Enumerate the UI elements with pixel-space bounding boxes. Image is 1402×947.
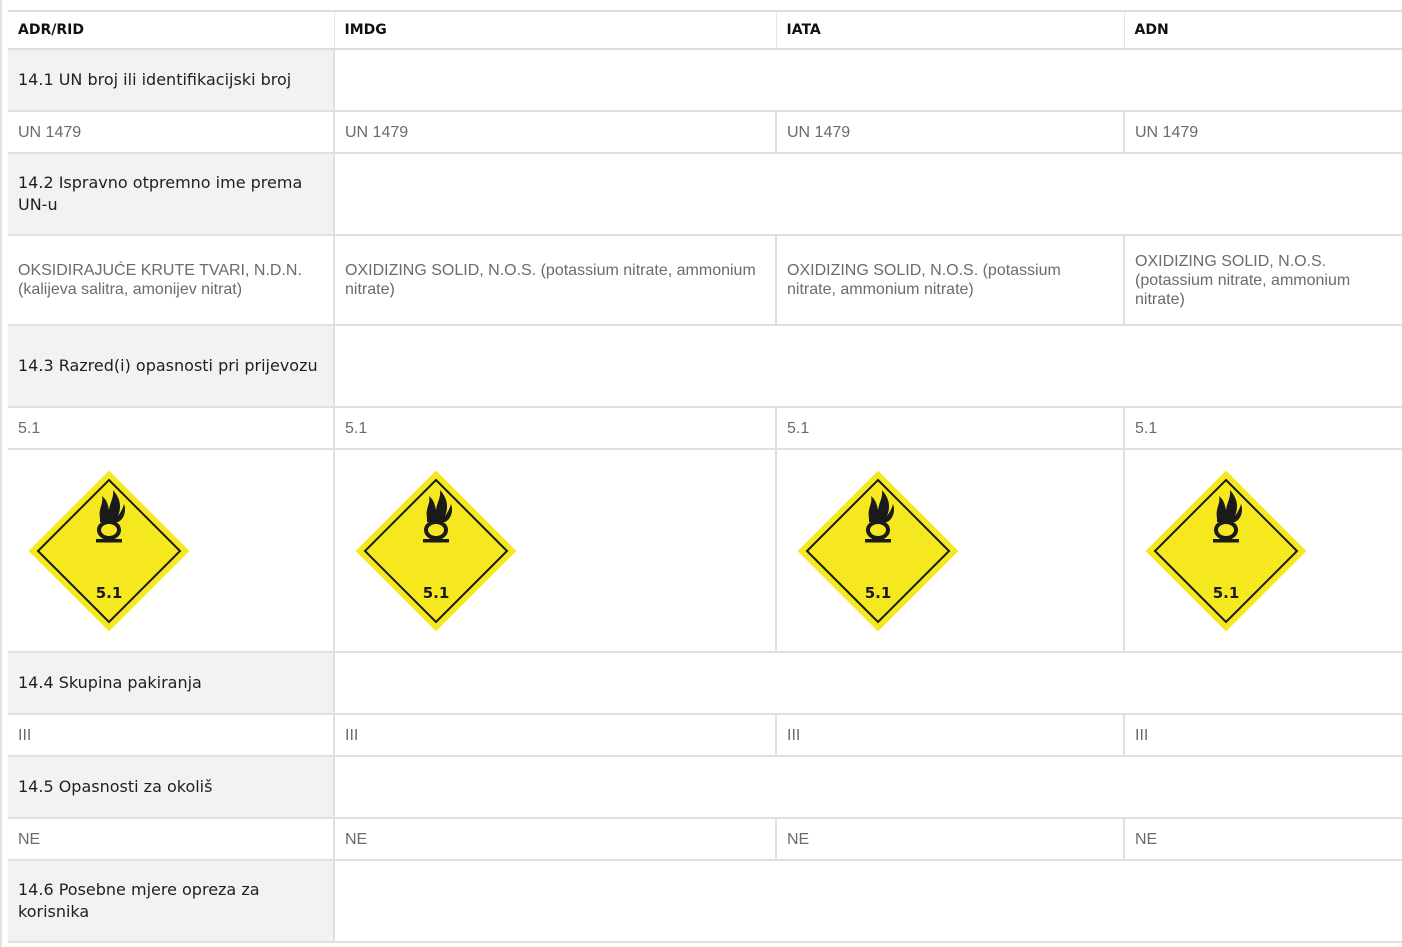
value-cell-adn: III — [1123, 714, 1402, 757]
value-cell-adn: NE — [1123, 818, 1402, 861]
section-title: 14.2 Ispravno otpremno ime prema UN-u — [8, 153, 335, 236]
hazard-class-number: 5.1 — [1213, 584, 1240, 602]
value-cell-imdg: 5.1 — [333, 407, 776, 450]
oxidizer-hazard-label: 5.1 — [797, 470, 959, 631]
section-title: 14.5 Opasnosti za okoliš — [8, 756, 335, 819]
section-row-environmental-hazards: 14.5 Opasnosti za okoliš — [8, 756, 1402, 819]
hazard-diamond-shape — [1145, 470, 1307, 631]
section-spacer — [334, 153, 1402, 236]
value-cell-adr-rid: III — [8, 714, 334, 757]
value-cell-adr-rid: NE — [8, 818, 334, 861]
header-iata: IATA — [775, 11, 1124, 50]
section-title: 14.1 UN broj ili identifikacijski broj — [8, 49, 335, 112]
hazard-label-cell-iata: 5.1 — [775, 449, 1124, 653]
hazard-class-number: 5.1 — [865, 584, 892, 602]
value-cell-iata: NE — [775, 818, 1124, 861]
oxidizer-hazard-label: 5.1 — [28, 470, 190, 631]
oxidizer-hazard-label: 5.1 — [1145, 470, 1307, 631]
transport-info-table-wrapper: ADR/RID IMDG IATA ADN 14.1 UN broj ili i… — [8, 10, 1402, 943]
value-row-packing-group: III III III III — [8, 714, 1402, 757]
value-cell-adn: OXIDIZING SOLID, N.O.S. (potassium nitra… — [1123, 235, 1402, 326]
value-row-hazard-class: 5.1 5.1 5.1 5.1 — [8, 407, 1402, 450]
hazard-label-cell-adn: 5.1 — [1123, 449, 1402, 653]
value-cell-adn: 5.1 — [1123, 407, 1402, 450]
section-row-un-number: 14.1 UN broj ili identifikacijski broj — [8, 49, 1402, 112]
section-spacer — [334, 652, 1402, 715]
value-cell-imdg: NE — [333, 818, 776, 861]
oxidizer-hazard-label: 5.1 — [355, 470, 517, 631]
value-cell-adr-rid: 5.1 — [8, 407, 334, 450]
value-row-un-number: UN 1479 UN 1479 UN 1479 UN 1479 — [8, 111, 1402, 154]
section-row-shipping-name: 14.2 Ispravno otpremno ime prema UN-u — [8, 153, 1402, 236]
value-cell-imdg: OXIDIZING SOLID, N.O.S. (potassium nitra… — [333, 235, 776, 326]
header-row: ADR/RID IMDG IATA ADN — [8, 11, 1402, 50]
hazard-class-number: 5.1 — [96, 584, 123, 602]
transport-info-table: ADR/RID IMDG IATA ADN 14.1 UN broj ili i… — [8, 10, 1402, 943]
hazard-label-cell-imdg: 5.1 — [333, 449, 776, 653]
value-cell-adr-rid: UN 1479 — [8, 111, 334, 154]
section-title: 14.4 Skupina pakiranja — [8, 652, 335, 715]
value-cell-imdg: III — [333, 714, 776, 757]
section-title: 14.3 Razred(i) opasnosti pri prijevozu — [8, 325, 335, 408]
value-cell-adr-rid: OKSIDIRAJUĆE KRUTE TVARI, N.D.N. (kalije… — [8, 235, 334, 326]
value-row-environmental-hazards: NE NE NE NE — [8, 818, 1402, 861]
header-imdg: IMDG — [333, 11, 776, 50]
page-left-border — [0, 0, 2, 947]
section-spacer — [334, 756, 1402, 819]
hazard-label-row: 5.1 5.1 5.1 5.1 — [8, 449, 1402, 653]
hazard-diamond-shape — [28, 470, 190, 631]
value-row-shipping-name: OKSIDIRAJUĆE KRUTE TVARI, N.D.N. (kalije… — [8, 235, 1402, 326]
section-spacer — [334, 49, 1402, 112]
section-title: 14.6 Posebne mjere opreza za korisnika — [8, 860, 335, 943]
hazard-diamond-shape — [797, 470, 959, 631]
section-spacer — [334, 860, 1402, 943]
value-cell-iata: UN 1479 — [775, 111, 1124, 154]
value-cell-adn: UN 1479 — [1123, 111, 1402, 154]
section-spacer — [334, 325, 1402, 408]
value-cell-imdg: UN 1479 — [333, 111, 776, 154]
header-adr-rid: ADR/RID — [8, 11, 334, 50]
value-cell-iata: III — [775, 714, 1124, 757]
hazard-label-cell-adr-rid: 5.1 — [8, 449, 334, 653]
section-row-packing-group: 14.4 Skupina pakiranja — [8, 652, 1402, 715]
value-cell-iata: 5.1 — [775, 407, 1124, 450]
section-row-special-precautions: 14.6 Posebne mjere opreza za korisnika — [8, 860, 1402, 943]
header-adn: ADN — [1123, 11, 1402, 50]
hazard-diamond-shape — [355, 470, 517, 631]
section-row-hazard-class: 14.3 Razred(i) opasnosti pri prijevozu — [8, 325, 1402, 408]
hazard-class-number: 5.1 — [423, 584, 450, 602]
value-cell-iata: OXIDIZING SOLID, N.O.S. (potassium nitra… — [775, 235, 1124, 326]
